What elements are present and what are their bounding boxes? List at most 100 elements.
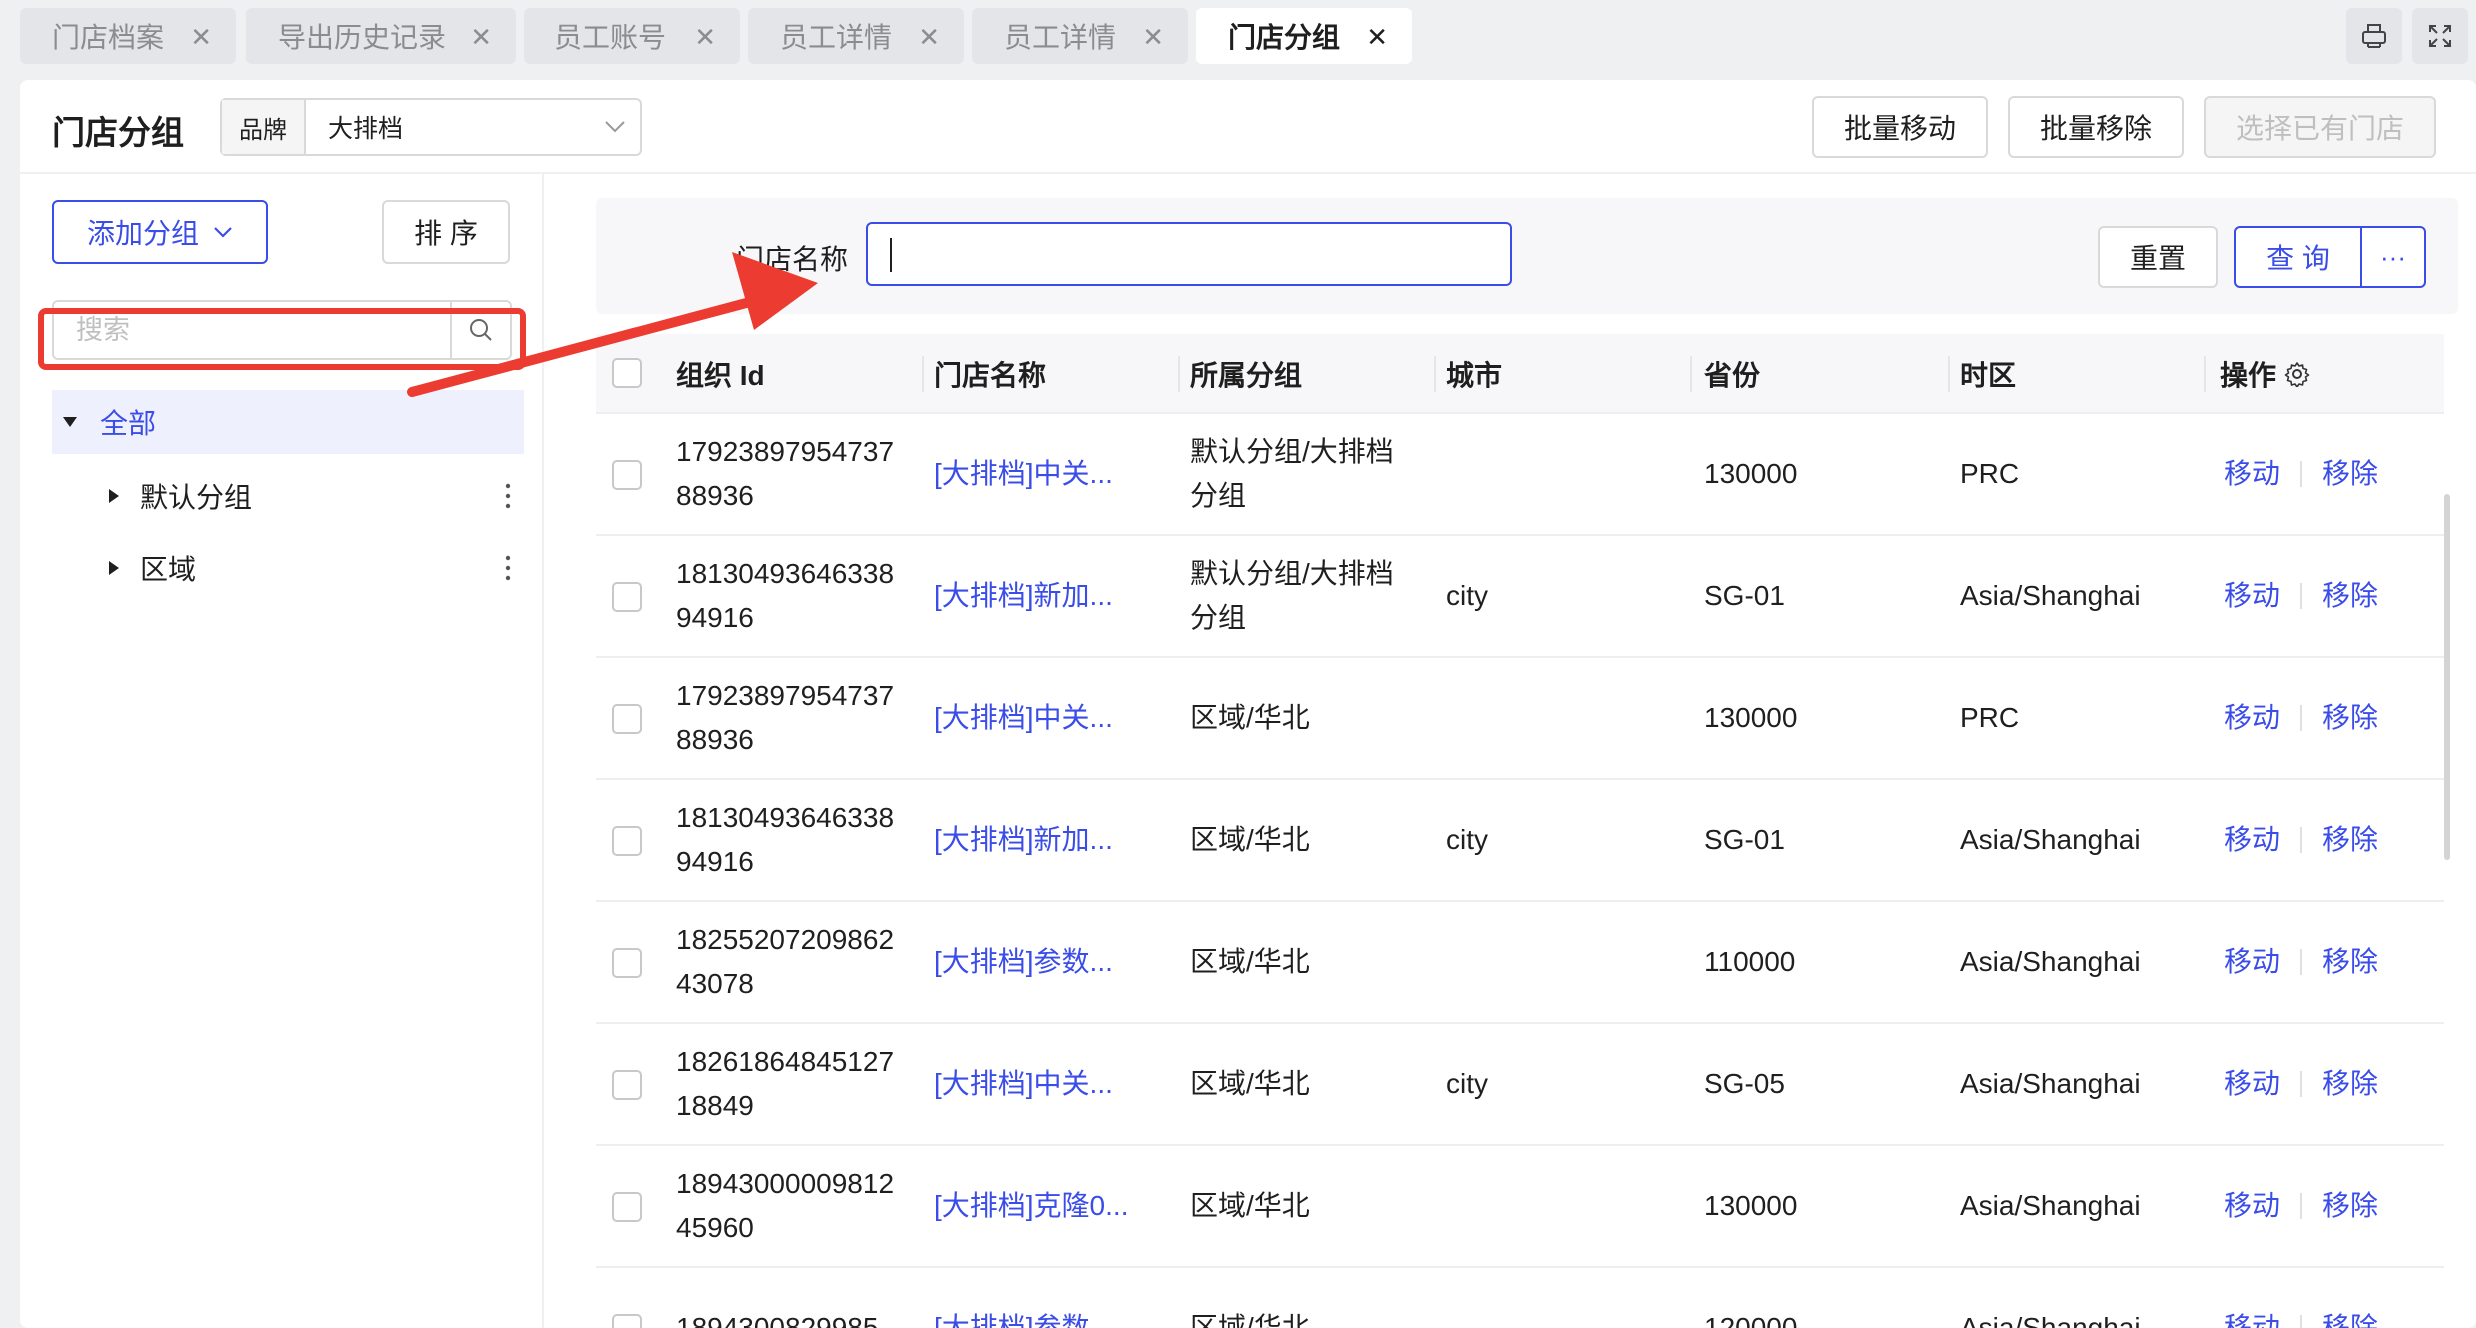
cell-timezone: Asia/Shanghai [1960,1190,2141,1221]
page-header: 门店分组 品牌 大排档 批量移动 批量移除 选择已有门店 [20,80,2476,174]
tab-store-group[interactable]: 门店分组 ✕ [1196,8,1412,64]
remove-button[interactable]: 移除 [2322,1062,2378,1106]
cell-actions: 移动 移除 [2224,1024,2378,1144]
action-divider [2300,1193,2303,1219]
more-vertical-icon[interactable] [502,478,514,514]
move-button[interactable]: 移动 [2224,940,2280,984]
move-button[interactable]: 移动 [2224,1062,2280,1106]
select-existing-store-button[interactable]: 选择已有门店 [2204,96,2436,158]
caret-down-icon[interactable] [52,416,88,428]
fullscreen-icon[interactable] [2412,8,2468,64]
action-divider [2300,461,2303,487]
row-checkbox[interactable] [612,1314,642,1328]
cell-store-name[interactable]: [大排档]中关... [934,414,1184,534]
tab-employee-detail-1[interactable]: 员工详情 ✕ [748,8,964,64]
batch-move-button[interactable]: 批量移动 [1812,96,1988,158]
table-row: 1813049364633894916 [大排档]新加... 区域/华北 city SG… [596,780,2444,902]
close-icon[interactable]: ✕ [694,22,716,53]
close-icon[interactable]: ✕ [470,22,492,53]
cell-store-name[interactable]: [大排档]新加... [934,536,1184,656]
row-checkbox[interactable] [612,460,642,490]
reset-button[interactable]: 重置 [2098,226,2218,288]
cell-actions: 移动 移除 [2224,1146,2378,1266]
tab-employee-account[interactable]: 员工账号 ✕ [524,8,740,64]
gear-icon[interactable] [2284,361,2310,387]
cell-group: 区域/华北 [1190,1190,1310,1221]
tab-employee-detail-2[interactable]: 员工详情 ✕ [972,8,1188,64]
more-filters-button[interactable]: ··· [2362,228,2424,286]
sort-button[interactable]: 排 序 [382,200,510,264]
brand-select[interactable]: 品牌 大排档 [220,98,642,156]
remove-button[interactable]: 移除 [2322,574,2378,618]
cell-province: 130000 [1704,1190,1798,1221]
remove-button[interactable]: 移除 [2322,940,2378,984]
group-search-input[interactable] [54,302,450,358]
cell-actions: 移动 移除 [2224,536,2378,656]
add-group-button[interactable]: 添加分组 [52,200,268,264]
tab-export-history[interactable]: 导出历史记录 ✕ [246,8,516,64]
cell-timezone: PRC [1960,458,2020,489]
tree-node-all[interactable]: 全部 [52,390,524,454]
query-button[interactable]: 查 询 [2236,228,2362,286]
row-checkbox[interactable] [612,948,642,978]
tab-label: 门店档案 [52,22,165,53]
cell-store-name[interactable]: [大排档]新加... [934,780,1184,900]
row-checkbox[interactable] [612,704,642,734]
tree-node-default-group[interactable]: 默认分组 [52,464,524,528]
row-checkbox[interactable] [612,826,642,856]
column-divider [922,356,924,392]
cell-city: city [1446,1068,1488,1099]
caret-right-icon[interactable] [96,488,132,504]
remove-button[interactable]: 移除 [2322,818,2378,862]
store-table: 组织 Id 门店名称 所属分组 城市 省份 时区 操作 179238979547… [596,334,2444,1328]
chevron-down-icon [214,227,232,238]
store-name-filter-label: 门店名称 [736,244,849,275]
batch-remove-button[interactable]: 批量移除 [2008,96,2184,158]
column-divider [1434,356,1436,392]
cell-store-name[interactable]: [大排档]中关... [934,658,1184,778]
cell-actions: 移动 移除 [2224,902,2378,1022]
action-divider [2300,1071,2303,1097]
remove-button[interactable]: 移除 [2322,1306,2378,1328]
close-icon[interactable]: ✕ [918,22,940,53]
remove-button[interactable]: 移除 [2322,696,2378,740]
store-name-input[interactable] [868,224,1510,284]
move-button[interactable]: 移动 [2224,1184,2280,1228]
caret-right-icon[interactable] [96,560,132,576]
select-all-checkbox[interactable] [612,358,642,388]
print-icon[interactable] [2346,8,2402,64]
cell-city [1446,902,1686,1022]
table-row: 1894300000981245960 [大排档]克隆0... 区域/华北 13000… [596,1146,2444,1268]
row-checkbox[interactable] [612,1192,642,1222]
row-checkbox[interactable] [612,1070,642,1100]
table-row: 1792389795473788936 [大排档]中关... 区域/华北 130000… [596,658,2444,780]
tab-store-archive[interactable]: 门店档案 ✕ [20,8,236,64]
cell-store-name[interactable]: [大排档]参数... [934,1268,1184,1328]
cell-timezone: Asia/Shanghai [1960,1068,2141,1099]
move-button[interactable]: 移动 [2224,818,2280,862]
table-row: 1894300829985 [大排档]参数... 区域/华北 120000 Asia/S… [596,1268,2444,1328]
query-button-group: 查 询 ··· [2234,226,2426,288]
row-checkbox[interactable] [612,582,642,612]
move-button[interactable]: 移动 [2224,1306,2280,1328]
tree-node-label: 区域 [140,554,197,585]
close-icon[interactable]: ✕ [1142,22,1164,53]
close-icon[interactable]: ✕ [190,22,212,53]
cell-store-name[interactable]: [大排档]克隆0... [934,1146,1184,1266]
tree-node-region[interactable]: 区域 [52,536,524,600]
cell-timezone: PRC [1960,702,2020,733]
remove-button[interactable]: 移除 [2322,452,2378,496]
move-button[interactable]: 移动 [2224,696,2280,740]
more-vertical-icon[interactable] [502,550,514,586]
cell-store-name[interactable]: [大排档]参数... [934,902,1184,1022]
cell-actions: 移动 移除 [2224,780,2378,900]
table-scrollbar[interactable] [2444,494,2450,860]
cell-org-id: 1826186484512718849 [676,1046,895,1121]
cell-store-name[interactable]: [大排档]中关... [934,1024,1184,1144]
move-button[interactable]: 移动 [2224,452,2280,496]
remove-button[interactable]: 移除 [2322,1184,2378,1228]
close-icon[interactable]: ✕ [1366,22,1388,53]
search-icon[interactable] [450,302,510,358]
tab-bar: 门店档案 ✕ 导出历史记录 ✕ 员工账号 ✕ 员工详情 ✕ 员工详情 ✕ 门店分… [0,0,2476,78]
move-button[interactable]: 移动 [2224,574,2280,618]
